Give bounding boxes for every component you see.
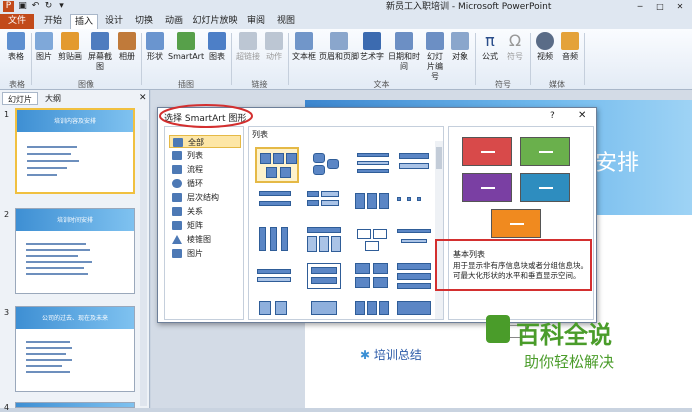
watermark: 百科全说 助你轻松解决 (486, 315, 656, 385)
watermark-title: 百科全说 (516, 321, 612, 349)
watermark-logo-icon (486, 315, 510, 343)
annotation-rectangle (435, 239, 592, 291)
watermark-subtitle: 助你轻松解决 (524, 353, 615, 371)
annotation-ellipse (159, 104, 253, 128)
